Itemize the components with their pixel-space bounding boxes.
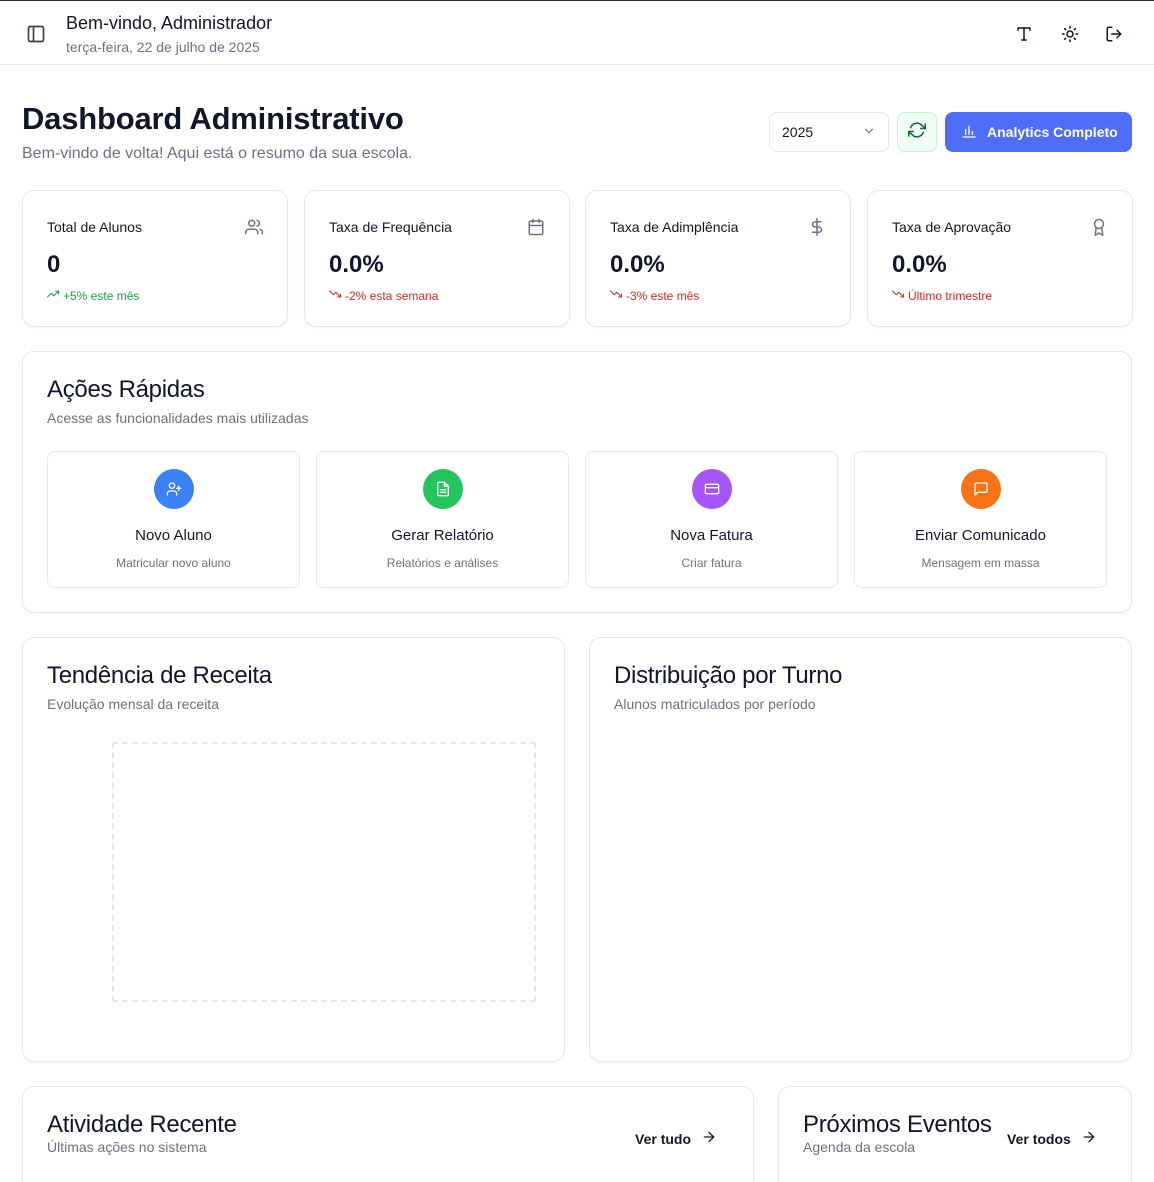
chevron-down-icon bbox=[862, 124, 876, 141]
stat-value: 0.0% bbox=[610, 251, 665, 278]
font-size-icon[interactable] bbox=[1013, 23, 1035, 45]
quick-actions-title: Ações Rápidas bbox=[47, 376, 205, 403]
revenue-title: Tendência de Receita bbox=[47, 662, 272, 689]
action-send-announcement[interactable]: Enviar Comunicado Mensagem em massa bbox=[854, 451, 1107, 588]
trending-down-icon bbox=[329, 288, 341, 303]
stat-trend: -3% este mês bbox=[610, 288, 699, 303]
action-new-student[interactable]: Novo Aluno Matricular novo aluno bbox=[47, 451, 300, 588]
stat-label: Taxa de Adimplência bbox=[610, 219, 739, 235]
stat-value: 0.0% bbox=[892, 251, 947, 278]
file-text-icon bbox=[422, 469, 463, 509]
sidebar-toggle-icon[interactable] bbox=[26, 24, 46, 44]
year-select-value: 2025 bbox=[782, 124, 814, 140]
refresh-icon bbox=[908, 121, 926, 144]
stat-trend: +5% este mês bbox=[47, 288, 139, 303]
stat-label: Total de Alunos bbox=[47, 219, 142, 235]
credit-card-icon bbox=[691, 469, 732, 509]
action-title: Gerar Relatório bbox=[391, 527, 494, 544]
trending-down-icon bbox=[610, 288, 622, 303]
stat-card-students: Total de Alunos 0 +5% este mês bbox=[22, 190, 288, 327]
action-generate-report[interactable]: Gerar Relatório Relatórios e análises bbox=[316, 451, 569, 588]
analytics-button-label: Analytics Completo bbox=[987, 124, 1118, 140]
stat-card-attendance: Taxa de Frequência 0.0% -2% esta semana bbox=[304, 190, 570, 327]
award-icon bbox=[1090, 218, 1108, 236]
arrow-right-icon bbox=[1081, 1129, 1097, 1148]
shifts-subtitle: Alunos matriculados por período bbox=[614, 696, 816, 712]
welcome-title: Bem-vindo, Administrador bbox=[66, 13, 273, 33]
action-subtitle: Matricular novo aluno bbox=[116, 556, 231, 570]
stat-trend: Último trimestre bbox=[892, 288, 992, 303]
top-bar: Bem-vindo, Administrador terça-feira, 22… bbox=[0, 0, 1154, 65]
see-all-activity-link[interactable]: Ver tudo bbox=[635, 1129, 717, 1148]
page-subtitle: Bem-vindo de volta! Aqui está o resumo d… bbox=[22, 145, 413, 162]
see-all-events-link[interactable]: Ver todos bbox=[1007, 1129, 1097, 1148]
upcoming-events-card: Próximos Eventos Agenda da escola Ver to… bbox=[778, 1086, 1132, 1182]
action-subtitle: Relatórios e análises bbox=[386, 556, 499, 570]
logout-icon[interactable] bbox=[1103, 23, 1125, 45]
stat-trend-text: -3% este mês bbox=[626, 288, 700, 303]
action-new-invoice[interactable]: Nova Fatura Criar fatura bbox=[585, 451, 838, 588]
stat-value: 0.0% bbox=[329, 251, 384, 278]
quick-actions-card: Ações Rápidas Acesse as funcionalidades … bbox=[22, 351, 1132, 613]
action-title: Nova Fatura bbox=[670, 527, 753, 544]
events-subtitle: Agenda da escola bbox=[803, 1139, 916, 1155]
current-date: terça-feira, 22 de julho de 2025 bbox=[66, 39, 260, 55]
action-subtitle: Criar fatura bbox=[681, 556, 742, 570]
see-all-label: Ver todos bbox=[1007, 1130, 1071, 1147]
trending-down-icon bbox=[892, 288, 904, 303]
year-select[interactable]: 2025 bbox=[769, 112, 889, 152]
page-title: Dashboard Administrativo bbox=[22, 101, 404, 136]
quick-actions-subtitle: Acesse as funcionalidades mais utilizada… bbox=[47, 410, 309, 426]
activity-title: Atividade Recente bbox=[47, 1111, 237, 1138]
revenue-subtitle: Evolução mensal da receita bbox=[47, 696, 219, 712]
bar-chart-icon bbox=[961, 123, 977, 142]
theme-sun-icon[interactable] bbox=[1059, 23, 1081, 45]
trending-up-icon bbox=[47, 288, 59, 303]
analytics-button[interactable]: Analytics Completo bbox=[945, 112, 1132, 152]
recent-activity-card: Atividade Recente Últimas ações no siste… bbox=[22, 1086, 754, 1182]
events-title: Próximos Eventos bbox=[803, 1111, 992, 1138]
action-subtitle: Mensagem em massa bbox=[921, 556, 1040, 570]
stat-card-approval: Taxa de Aprovação 0.0% Último trimestre bbox=[867, 190, 1133, 327]
arrow-right-icon bbox=[701, 1129, 717, 1148]
action-title: Enviar Comunicado bbox=[915, 527, 1046, 544]
revenue-trend-card: Tendência de Receita Evolução mensal da … bbox=[22, 637, 565, 1062]
dollar-icon bbox=[808, 218, 826, 236]
stat-trend-text: +5% este mês bbox=[63, 288, 140, 303]
calendar-icon bbox=[527, 218, 545, 236]
see-all-label: Ver tudo bbox=[635, 1130, 692, 1147]
users-icon bbox=[245, 218, 264, 236]
user-plus-icon bbox=[153, 469, 194, 509]
shifts-title: Distribuição por Turno bbox=[614, 662, 843, 689]
message-icon bbox=[960, 469, 1001, 509]
shift-distribution-card: Distribuição por Turno Alunos matriculad… bbox=[589, 637, 1132, 1062]
stat-trend: -2% esta semana bbox=[329, 288, 438, 303]
stat-card-payment: Taxa de Adimplência 0.0% -3% este mês bbox=[585, 190, 851, 327]
stat-trend-text: Último trimestre bbox=[908, 288, 993, 303]
stat-label: Taxa de Aprovação bbox=[892, 219, 1012, 235]
stat-value: 0 bbox=[47, 251, 61, 278]
action-title: Novo Aluno bbox=[135, 527, 212, 544]
activity-subtitle: Últimas ações no sistema bbox=[47, 1139, 207, 1155]
revenue-chart-area bbox=[112, 742, 536, 1002]
stat-label: Taxa de Frequência bbox=[329, 219, 452, 235]
refresh-button[interactable] bbox=[897, 112, 937, 152]
stat-trend-text: -2% esta semana bbox=[345, 288, 439, 303]
